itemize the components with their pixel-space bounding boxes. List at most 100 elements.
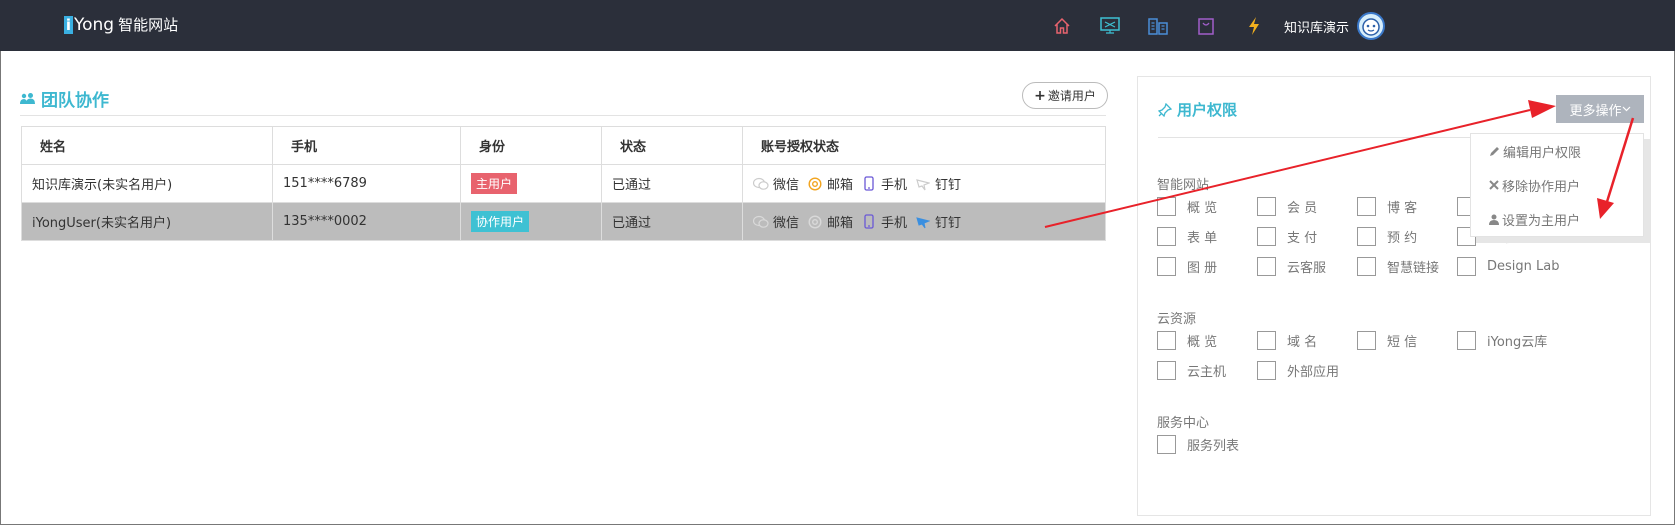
more-actions-menu: 编辑用户权限 移除协作用户 设置为主用户: [1470, 133, 1644, 237]
permissions-title-text: 用户权限: [1177, 101, 1238, 119]
users-table: 姓名 手机 身份 状态 账号授权状态 知识库演示(未实名用户) 151****6…: [21, 126, 1106, 241]
checkbox-box[interactable]: [1157, 227, 1176, 246]
checkbox-box[interactable]: [1257, 197, 1276, 216]
permission-checkbox[interactable]: 域 名: [1257, 331, 1317, 350]
auth-label-dingtalk: 钉钉: [935, 216, 962, 231]
permission-checkbox[interactable]: 外部应用: [1257, 361, 1339, 380]
pin-icon: [1158, 102, 1172, 117]
permission-label: 概 览: [1187, 335, 1218, 350]
checkbox-box[interactable]: [1357, 331, 1376, 350]
user-role-cell: 主用户: [460, 164, 602, 203]
permission-checkbox[interactable]: 支 付: [1257, 227, 1317, 246]
top-navbar: i Yong 智能网站 知识库演示: [0, 0, 1675, 51]
permission-label: Design Lab: [1487, 259, 1560, 274]
dingtalk-icon: [915, 176, 931, 192]
checkbox-box[interactable]: [1457, 331, 1476, 350]
wechat-icon: [753, 214, 769, 230]
checkbox-box[interactable]: [1157, 197, 1176, 216]
table-row[interactable]: iYongUser(未实名用户) 135****0002 协作用户 已通过 微信…: [21, 202, 1106, 241]
current-user-name[interactable]: 知识库演示: [1284, 17, 1349, 36]
permission-checkbox[interactable]: 服务列表: [1157, 435, 1239, 454]
checkbox-box[interactable]: [1257, 257, 1276, 276]
checkbox-box[interactable]: [1357, 197, 1376, 216]
permission-checkbox[interactable]: 云主机: [1157, 361, 1226, 380]
logo-subtitle: 智能网站: [118, 16, 179, 34]
permission-checkbox[interactable]: 图 册: [1157, 257, 1217, 276]
buildings-icon[interactable]: [1146, 14, 1170, 38]
column-header-name: 姓名: [21, 126, 273, 165]
bag-icon[interactable]: [1194, 14, 1218, 38]
permission-label: 服务列表: [1187, 439, 1240, 454]
checkbox-box[interactable]: [1157, 435, 1176, 454]
table-header-row: 姓名 手机 身份 状态 账号授权状态: [21, 126, 1106, 165]
wechat-icon: [753, 176, 769, 192]
checkbox-box[interactable]: [1357, 257, 1376, 276]
role-badge: 协作用户: [471, 211, 530, 232]
permission-label: 会 员: [1287, 201, 1318, 216]
section-label-cloud: 云资源: [1157, 312, 1197, 327]
top-nav-icons: [1050, 14, 1290, 38]
permission-checkbox[interactable]: 表 单: [1157, 227, 1217, 246]
lightning-icon[interactable]: [1242, 14, 1266, 38]
checkbox-box[interactable]: [1257, 227, 1276, 246]
close-icon: [1489, 180, 1499, 190]
permission-checkbox[interactable]: 短 信: [1357, 331, 1417, 350]
auth-label-email: 邮箱: [827, 178, 854, 193]
permission-checkbox[interactable]: Design Lab: [1457, 257, 1559, 276]
permission-label: 表 单: [1187, 231, 1218, 246]
table-row[interactable]: 知识库演示(未实名用户) 151****6789 主用户 已通过 微信 邮箱 手…: [21, 164, 1106, 203]
permission-checkbox[interactable]: 预 约: [1357, 227, 1417, 246]
permission-label: 外部应用: [1287, 365, 1340, 380]
dingtalk-icon: [915, 214, 931, 230]
permissions-title: 用户权限: [1158, 99, 1237, 120]
monitor-icon[interactable]: [1098, 14, 1122, 38]
menu-item-set-main-user[interactable]: 设置为主用户: [1471, 202, 1643, 236]
checkbox-box[interactable]: [1257, 361, 1276, 380]
phone-icon: [861, 176, 877, 192]
permission-label: 短 信: [1387, 335, 1418, 350]
permission-checkbox[interactable]: 概 览: [1157, 197, 1217, 216]
permission-checkbox[interactable]: 云客服: [1257, 257, 1326, 276]
logo[interactable]: i Yong 智能网站: [64, 14, 178, 35]
avatar[interactable]: [1357, 12, 1385, 40]
permission-checkbox[interactable]: 会 员: [1257, 197, 1317, 216]
home-icon[interactable]: [1050, 14, 1074, 38]
permission-checkbox[interactable]: iYong云库: [1457, 331, 1547, 350]
checkbox-box[interactable]: [1357, 227, 1376, 246]
permission-checkbox[interactable]: 博 客: [1357, 197, 1417, 216]
user-name-cell: 知识库演示(未实名用户): [21, 164, 273, 203]
plus-icon: +: [1034, 87, 1046, 104]
permission-label: 图 册: [1187, 261, 1218, 276]
role-badge: 主用户: [471, 173, 518, 194]
checkbox-box[interactable]: [1157, 257, 1176, 276]
more-actions-label: 更多操作: [1569, 103, 1622, 119]
permission-label: 博 客: [1387, 201, 1418, 216]
auth-status-cell: 微信 邮箱 手机 钉钉: [742, 164, 1106, 203]
user-name-cell: iYongUser(未实名用户): [21, 202, 273, 241]
email-icon: [807, 214, 823, 230]
auth-label-phone: 手机: [881, 216, 908, 231]
checkbox-box[interactable]: [1457, 257, 1476, 276]
permission-label: 概 览: [1187, 201, 1218, 216]
users-icon: [20, 93, 35, 104]
more-actions-button[interactable]: 更多操作: [1556, 95, 1644, 123]
user-status-cell: 已通过: [601, 202, 743, 241]
permission-checkbox[interactable]: 智慧链接: [1357, 257, 1439, 276]
divider: [20, 115, 1106, 116]
permission-label: 预 约: [1387, 231, 1418, 246]
invite-user-button[interactable]: + 邀请用户: [1022, 82, 1108, 109]
user-status-cell: 已通过: [601, 164, 743, 203]
permission-label: 支 付: [1287, 231, 1318, 246]
menu-item-edit-permissions[interactable]: 编辑用户权限: [1471, 134, 1643, 168]
team-section-title: 团队协作: [20, 86, 109, 111]
checkbox-box[interactable]: [1257, 331, 1276, 350]
logo-brand: Yong: [74, 14, 115, 35]
menu-item-label: 移除协作用户: [1502, 179, 1581, 195]
checkbox-box[interactable]: [1157, 331, 1176, 350]
user-phone-cell: 135****0002: [272, 202, 461, 241]
menu-item-remove-collaborator[interactable]: 移除协作用户: [1471, 168, 1643, 202]
auth-label-dingtalk: 钉钉: [935, 178, 962, 193]
permission-checkbox[interactable]: 概 览: [1157, 331, 1217, 350]
section-label-website: 智能网站: [1157, 178, 1210, 193]
checkbox-box[interactable]: [1157, 361, 1176, 380]
